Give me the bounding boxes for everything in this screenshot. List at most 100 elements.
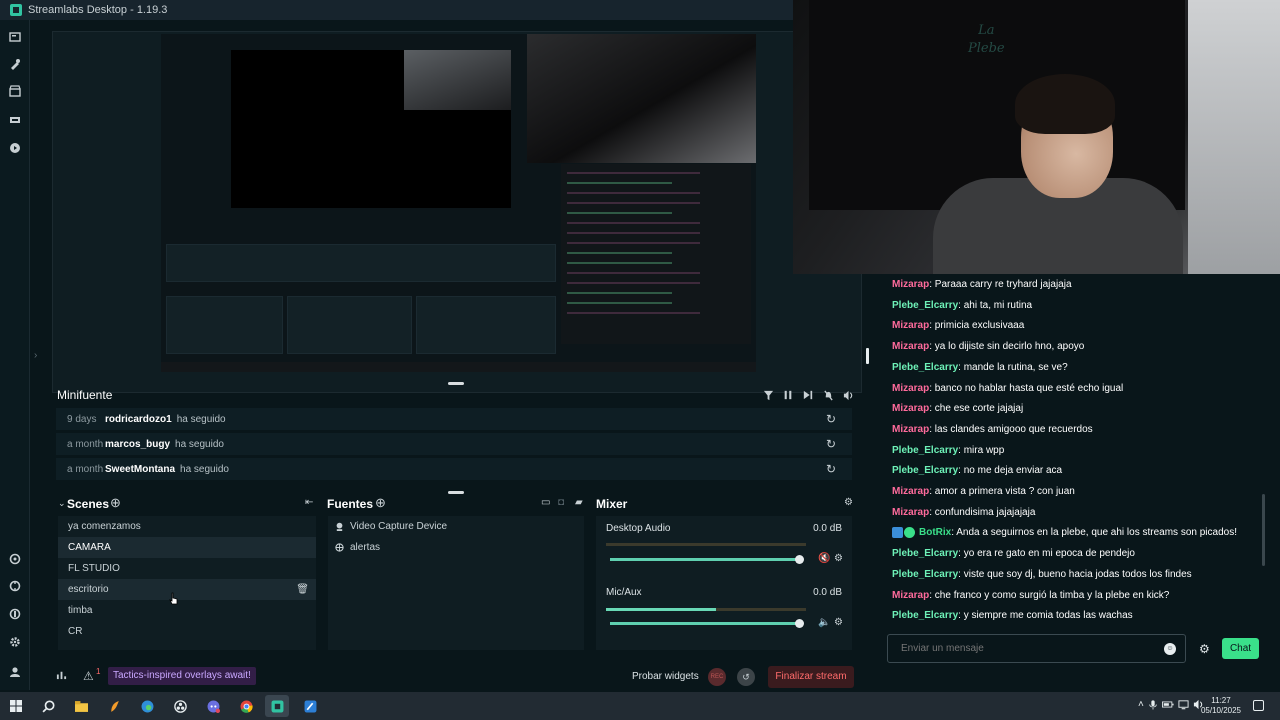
chat-username[interactable]: Mizarap xyxy=(892,424,929,435)
chat-username[interactable]: Mizarap xyxy=(892,486,929,497)
tools-icon[interactable] xyxy=(8,607,22,621)
play-icon[interactable] xyxy=(8,141,22,155)
app-store-icon[interactable] xyxy=(8,84,22,98)
scene-item-selected[interactable]: CAMARA xyxy=(58,537,316,558)
battery-icon[interactable] xyxy=(1161,699,1174,713)
streamlabs-taskbar-icon[interactable] xyxy=(265,695,289,717)
scene-item[interactable]: FL STUDIO xyxy=(58,558,316,579)
source-group-icon[interactable]: ◘ xyxy=(558,497,564,508)
source-properties-icon[interactable]: ▭ xyxy=(541,497,550,508)
filter-icon[interactable] xyxy=(762,389,774,401)
source-item[interactable]: Video Capture Device xyxy=(328,516,584,537)
chat-username[interactable]: Plebe_Elcarry xyxy=(892,445,958,456)
delete-scene-icon[interactable]: 🗑 xyxy=(296,579,309,600)
scene-item-hovered[interactable]: escritorio 🗑 xyxy=(58,579,316,600)
volume-slider-knob[interactable] xyxy=(795,555,804,564)
add-scene-icon[interactable]: ⊕ xyxy=(110,495,121,511)
studio-preview[interactable] xyxy=(52,31,862,393)
collapse-chevron-icon[interactable]: ⌄ xyxy=(58,498,66,509)
repeat-alert-icon[interactable]: ↻ xyxy=(826,462,836,476)
chat-username[interactable]: Plebe_Elcarry xyxy=(892,300,958,311)
user-profile-icon[interactable] xyxy=(8,665,22,679)
volume-slider[interactable] xyxy=(610,619,804,628)
performance-stats-icon[interactable] xyxy=(56,669,67,683)
chat-username[interactable]: Mizarap xyxy=(892,383,929,394)
chat-username[interactable]: Plebe_Elcarry xyxy=(892,362,958,373)
chat-username[interactable]: Mizarap xyxy=(892,341,929,352)
chat-scrollbar[interactable] xyxy=(1262,494,1265,566)
speaker-icon[interactable]: 🔈 xyxy=(818,617,830,628)
end-stream-button[interactable]: Finalizar stream xyxy=(768,666,854,688)
source-item[interactable]: alertas xyxy=(328,537,584,558)
record-button[interactable]: REC xyxy=(708,668,726,686)
chat-username[interactable]: Mizarap xyxy=(892,590,929,601)
search-icon[interactable] xyxy=(40,698,56,714)
file-explorer-icon[interactable] xyxy=(73,698,89,714)
pause-icon[interactable] xyxy=(782,389,794,401)
obs-studio-icon[interactable] xyxy=(172,698,188,714)
skip-alert-icon[interactable] xyxy=(802,389,814,401)
chrome-browser-icon[interactable] xyxy=(238,698,254,714)
scene-transitions-icon[interactable]: ⇤ xyxy=(305,497,313,508)
channel-settings-gear-icon[interactable]: ⚙ xyxy=(834,617,843,628)
channel-settings-gear-icon[interactable]: ⚙ xyxy=(834,553,843,564)
repeat-alert-icon[interactable]: ↻ xyxy=(826,437,836,451)
discord-icon[interactable] xyxy=(205,698,221,714)
chat-settings-gear-icon[interactable]: ⚙ xyxy=(1199,642,1210,656)
warning-icon[interactable]: ⚠ xyxy=(83,669,94,683)
chat-username[interactable]: Plebe_Elcarry xyxy=(892,569,958,580)
panels-resize-handle[interactable] xyxy=(448,491,464,494)
chat-username[interactable]: Mizarap xyxy=(892,279,929,290)
scene-item[interactable]: CR xyxy=(58,621,316,642)
mixer-settings-gear-icon[interactable]: ⚙ xyxy=(844,497,853,508)
emoji-icon[interactable]: ☺ xyxy=(1164,643,1176,655)
scene-item[interactable]: ya comenzamos xyxy=(58,516,316,537)
expand-nav-icon[interactable]: › xyxy=(34,350,37,361)
chat-message: Mizarap: Paraaa carry re tryhard jajajaj… xyxy=(892,279,1072,290)
system-clock[interactable]: 11:27 05/10/2025 xyxy=(1200,696,1242,716)
promo-banner[interactable]: Tactics-inspired overlays await! xyxy=(108,667,256,685)
chat-username[interactable]: BotRix xyxy=(919,528,951,539)
highlighter-icon[interactable] xyxy=(8,113,22,127)
network-icon[interactable] xyxy=(1178,699,1189,713)
volume-slider[interactable] xyxy=(610,555,804,564)
volume-slider-knob[interactable] xyxy=(795,619,804,628)
mute-alerts-icon[interactable] xyxy=(822,389,834,401)
chat-message-input[interactable] xyxy=(887,634,1186,663)
chat-username[interactable]: Plebe_Elcarry xyxy=(892,610,958,621)
windows-start-icon[interactable] xyxy=(8,698,24,714)
settings-gear-icon[interactable] xyxy=(8,635,22,649)
source-label: Video Capture Device xyxy=(350,521,448,532)
fl-studio-icon[interactable] xyxy=(106,698,122,714)
chat-send-button[interactable]: Chat xyxy=(1222,638,1259,659)
edge-browser-icon[interactable] xyxy=(139,698,155,714)
chat-username[interactable]: Mizarap xyxy=(892,320,929,331)
chat-message: Mizarap: amor a primera vista ? con juan xyxy=(892,486,1075,497)
chat-username[interactable]: Plebe_Elcarry xyxy=(892,465,958,476)
chat-username[interactable]: Plebe_Elcarry xyxy=(892,548,958,559)
chat-username[interactable]: Mizarap xyxy=(892,507,929,518)
chat-text: : mira wpp xyxy=(958,444,1005,456)
dashboard-icon[interactable] xyxy=(8,552,22,566)
themes-icon[interactable] xyxy=(8,57,22,71)
scene-item[interactable]: timba xyxy=(58,600,316,621)
minifeed-row: a month SweetMontana ha seguido ↻ xyxy=(56,458,852,480)
microphone-icon[interactable] xyxy=(1148,699,1158,713)
chat-message: Mizarap: las clandes amigooo que recuerd… xyxy=(892,424,1093,435)
replay-buffer-button[interactable]: ↺ xyxy=(737,668,755,686)
notification-center-icon[interactable] xyxy=(1253,700,1264,711)
chat-username[interactable]: Mizarap xyxy=(892,403,929,414)
show-hidden-icons-icon[interactable]: ˄ xyxy=(1138,699,1144,713)
paint-app-icon[interactable] xyxy=(302,698,318,714)
source-folder-icon[interactable]: ▰ xyxy=(575,497,583,508)
repeat-alert-icon[interactable]: ↻ xyxy=(826,412,836,426)
preview-scroll-handle[interactable] xyxy=(866,348,869,364)
volume-icon[interactable] xyxy=(842,389,854,401)
neon-sign: La Plebe xyxy=(968,22,1005,58)
cloudbot-icon[interactable] xyxy=(8,579,22,593)
chat-text: : yo era re gato en mi epoca de pendejo xyxy=(958,548,1135,560)
test-widgets-label[interactable]: Probar widgets xyxy=(632,671,699,682)
add-source-icon[interactable]: ⊕ xyxy=(375,495,386,511)
mute-speaker-icon[interactable]: 🔇 xyxy=(818,553,830,564)
editor-icon[interactable] xyxy=(8,30,22,44)
